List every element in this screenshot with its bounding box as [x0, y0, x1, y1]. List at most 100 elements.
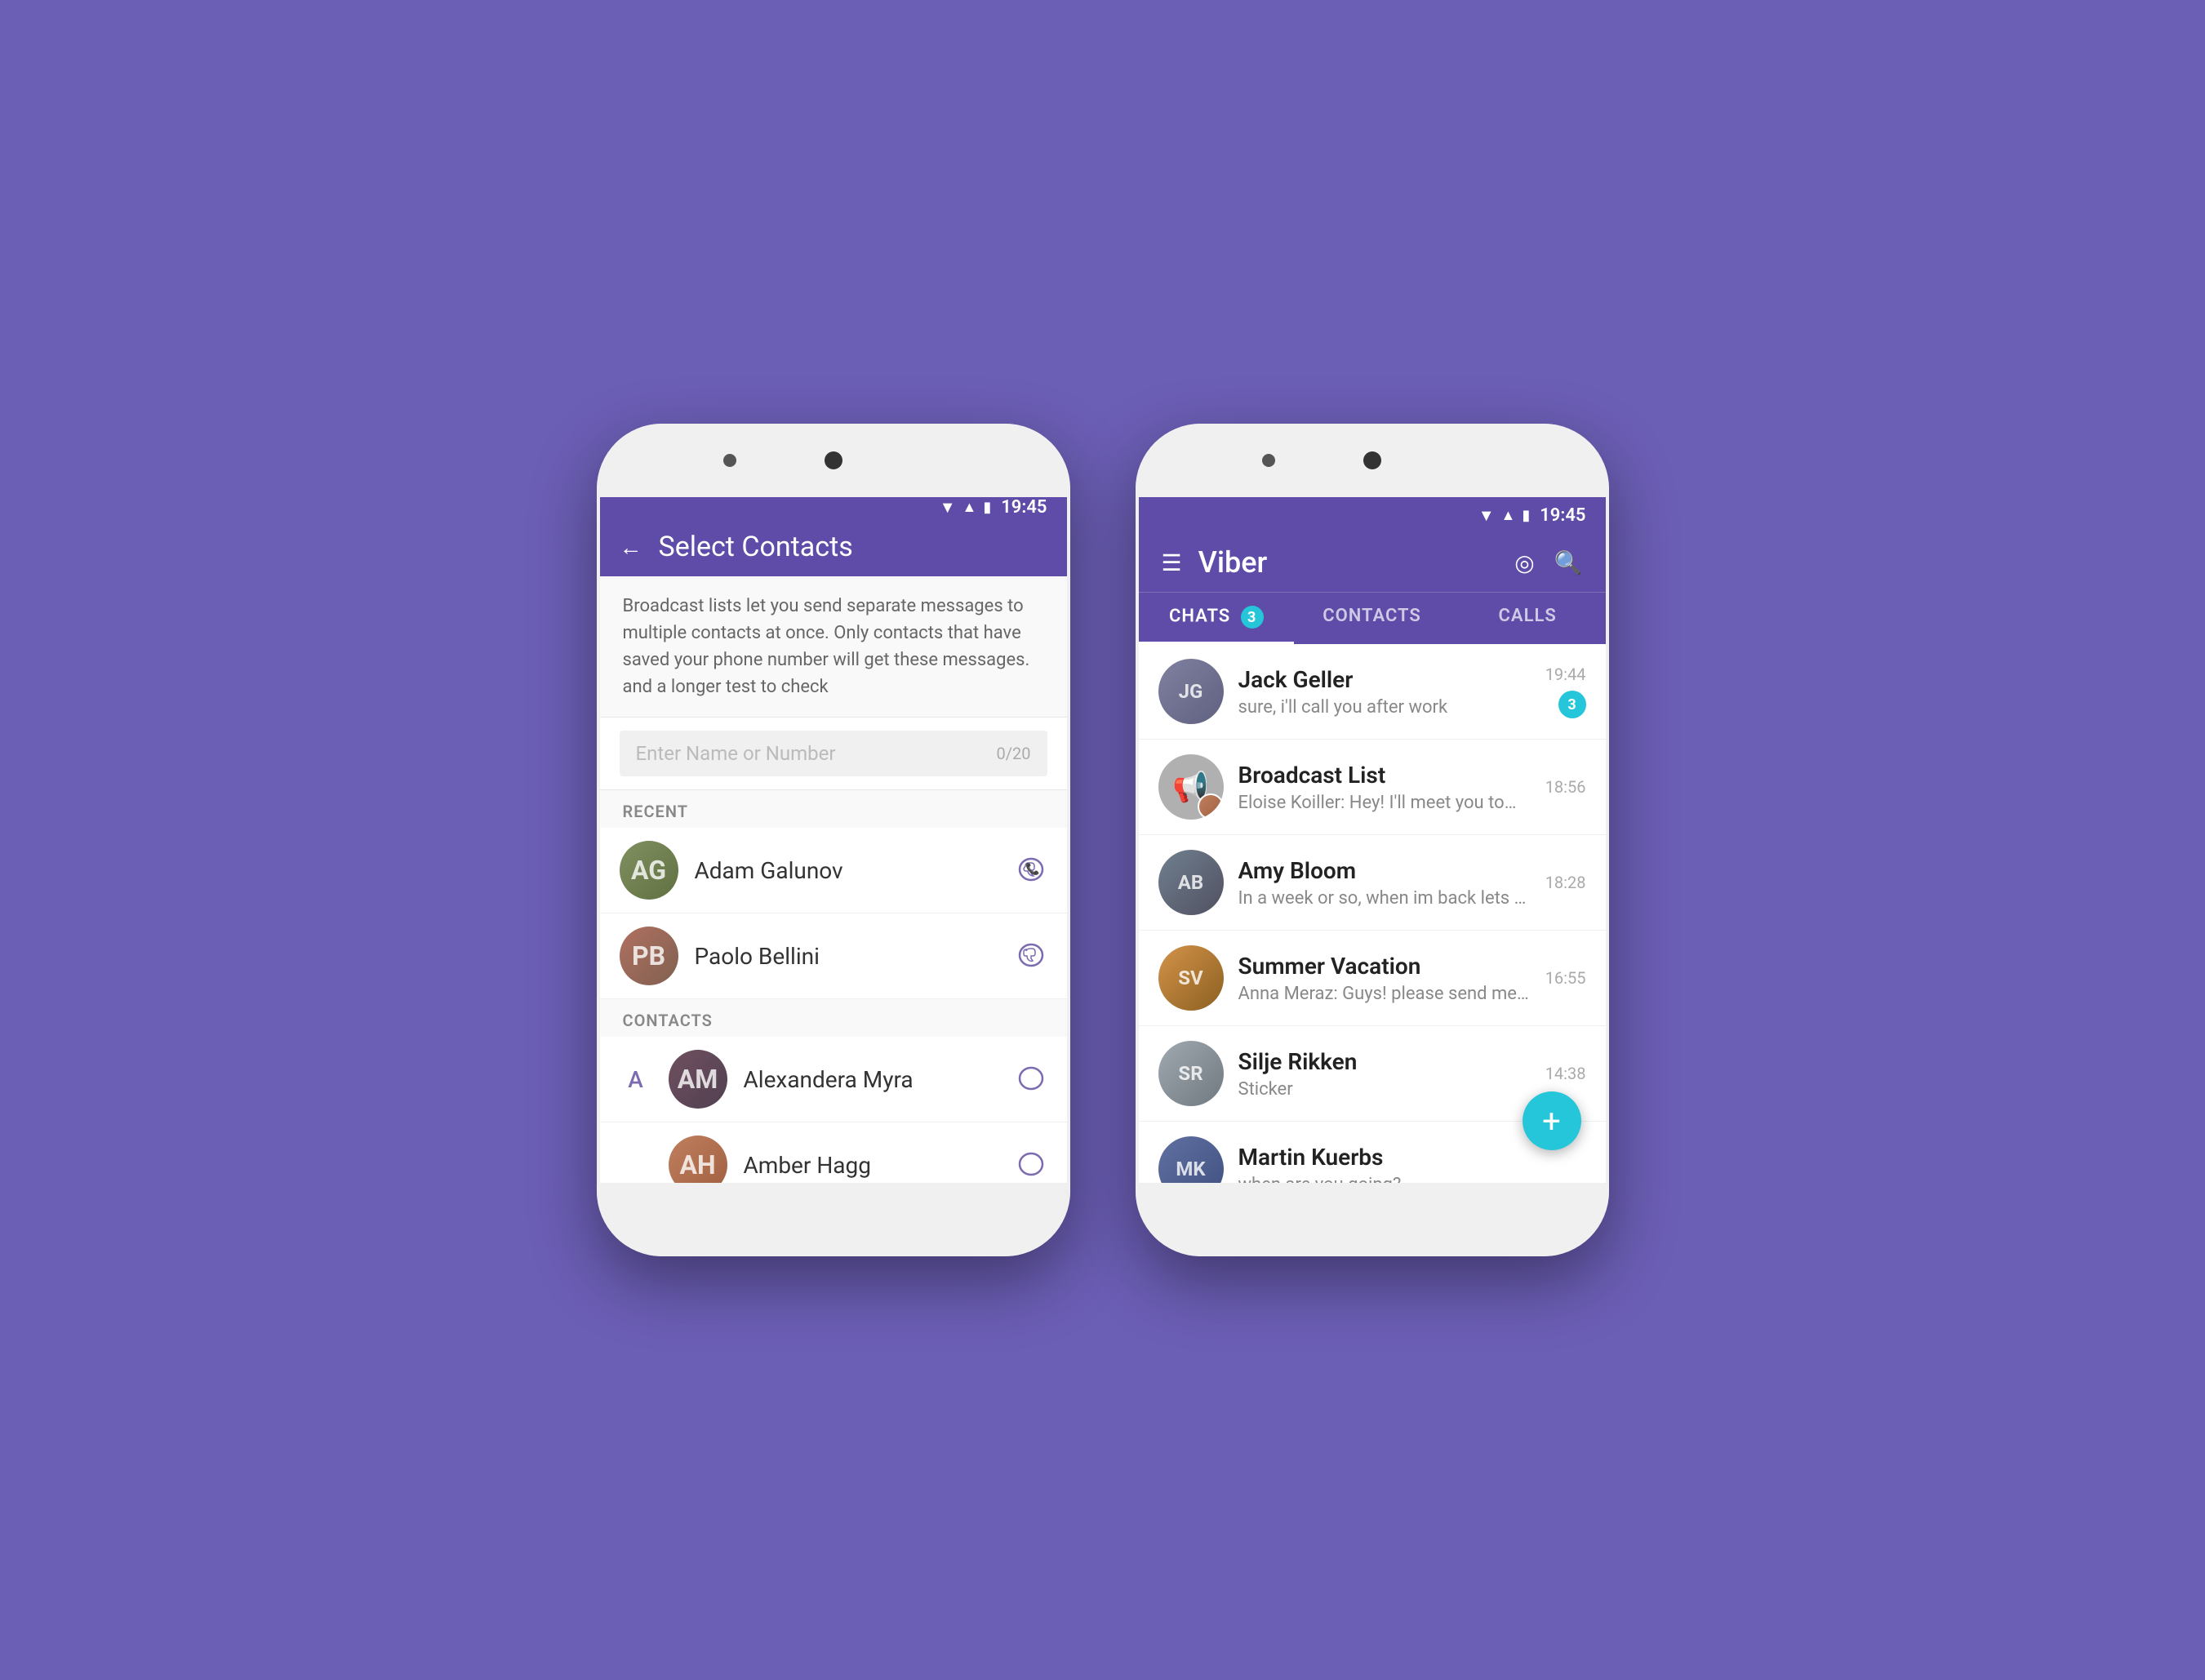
tab-contacts[interactable]: CONTACTS — [1294, 593, 1450, 644]
chat-avatar-amy-bloom: AB — [1158, 850, 1224, 915]
status-icons-1: ▼ ▲ ▮ — [940, 497, 992, 518]
viber-header-right: ◎ 🔍 — [1514, 549, 1582, 576]
chat-time-jack: 19:44 — [1545, 664, 1586, 684]
chat-content-silje: Silje Rikken Sticker — [1238, 1048, 1531, 1100]
chat-preview-broadcast: Eloise Koiller: Hey! I'll meet you tomor… — [1238, 793, 1531, 813]
signal-icon-2: ▲ — [1500, 507, 1515, 524]
signal-icon: ▲ — [962, 499, 976, 516]
contact-item-amber[interactable]: AH Amber Hagg — [600, 1122, 1067, 1183]
viber-icon-paolo — [1015, 940, 1047, 972]
chat-meta-amy-bloom: 18:28 — [1545, 873, 1586, 892]
chat-name-summer: Summer Vacation — [1238, 953, 1531, 980]
chat-name-amy-bloom: Amy Bloom — [1238, 857, 1531, 884]
alpha-letter-a: A — [620, 1066, 652, 1093]
viber-app-title: Viber — [1198, 545, 1268, 580]
chat-content-martin: Martin Kuerbs when are you going? — [1238, 1144, 1572, 1184]
contact-avatar-adam: AG — [620, 841, 678, 900]
search-bar-container: Enter Name or Number 0/20 — [600, 718, 1067, 790]
chat-avatar-silje: SR — [1158, 1041, 1224, 1106]
status-bar-1: ▼ ▲ ▮ 19:45 — [600, 497, 1067, 518]
contact-avatar-alex: AM — [669, 1050, 727, 1109]
battery-icon-2: ▮ — [1522, 507, 1530, 524]
chat-avatar-broadcast: 📢 — [1158, 754, 1224, 820]
hamburger-menu-icon[interactable]: ☰ — [1162, 549, 1182, 576]
contact-avatar-amber: AH — [669, 1136, 727, 1183]
page-title: Select Contacts — [659, 531, 853, 563]
chat-preview-amy-bloom: In a week or so, when im back lets meet … — [1238, 888, 1531, 909]
contacts-section-label: CONTACTS — [600, 999, 1067, 1037]
recent-section-label: RECENT — [600, 790, 1067, 828]
chats-badge: 3 — [1241, 606, 1264, 629]
tab-calls[interactable]: CALLS — [1450, 593, 1606, 644]
status-icons-2: ▼ ▲ ▮ — [1478, 505, 1531, 526]
chat-time-broadcast: 18:56 — [1545, 777, 1586, 797]
chat-content-broadcast: Broadcast List Eloise Koiller: Hey! I'll… — [1238, 762, 1531, 813]
chat-time-summer: 16:55 — [1545, 968, 1586, 988]
contact-item-adam[interactable]: AG Adam Galunov 📞 — [600, 828, 1067, 913]
chat-meta-jack: 19:44 3 — [1545, 664, 1586, 718]
back-button[interactable]: ← — [620, 534, 642, 561]
phone-bottom-bar-1 — [597, 1183, 1070, 1256]
fab-new-chat[interactable]: + — [1523, 1091, 1581, 1150]
chat-name-jack: Jack Geller — [1238, 666, 1531, 693]
viber-icon-alex — [1015, 1063, 1047, 1096]
phone-1: ▼ ▲ ▮ 19:45 ← Select Contacts Broadcast … — [597, 424, 1070, 1256]
select-contacts-header: ← Select Contacts — [600, 518, 1067, 576]
chat-item-broadcast[interactable]: 📢 Broadcast List Eloise Koiller: Hey! I'… — [1139, 740, 1606, 835]
phone-screen-1: ▼ ▲ ▮ 19:45 ← Select Contacts Broadcast … — [600, 497, 1067, 1183]
contact-name-adam: Adam Galunov — [695, 857, 998, 884]
viber-header: ☰ Viber ◎ 🔍 — [1139, 533, 1606, 592]
contact-name-paolo: Paolo Bellini — [695, 943, 998, 970]
phone-sensor-2 — [1262, 454, 1275, 467]
phone-sensor-1 — [723, 454, 736, 467]
chat-avatar-martin: MK — [1158, 1136, 1224, 1183]
search-bar[interactable]: Enter Name or Number 0/20 — [620, 731, 1047, 776]
contact-item-paolo[interactable]: PB Paolo Bellini — [600, 913, 1067, 999]
phone-2: ▼ ▲ ▮ 19:45 ☰ Viber ◎ 🔍 CHATS 3 C — [1136, 424, 1609, 1256]
broadcast-sub-avatar — [1198, 793, 1224, 820]
broadcast-info-text: Broadcast lists let you send separate me… — [600, 576, 1067, 718]
chat-name-broadcast: Broadcast List — [1238, 762, 1531, 789]
svg-text:📞: 📞 — [1025, 861, 1040, 876]
chat-meta-summer: 16:55 — [1545, 968, 1586, 988]
chat-item-amy-bloom[interactable]: AB Amy Bloom In a week or so, when im ba… — [1139, 835, 1606, 931]
chat-content-summer: Summer Vacation Anna Meraz: Guys! please… — [1238, 953, 1531, 1004]
contact-name-alex: Alexandera Myra — [744, 1066, 998, 1093]
tabs-bar: CHATS 3 CONTACTS CALLS — [1139, 592, 1606, 644]
unread-badge-jack: 3 — [1558, 691, 1586, 718]
chat-time-amy-bloom: 18:28 — [1545, 873, 1586, 892]
status-bar-2: ▼ ▲ ▮ 19:45 — [1139, 497, 1606, 533]
chat-time-silje: 14:38 — [1545, 1064, 1586, 1083]
chat-preview-jack: sure, i'll call you after work — [1238, 697, 1531, 718]
phone-camera-2 — [1363, 451, 1381, 469]
battery-icon: ▮ — [983, 499, 991, 516]
phone-top-bar-2 — [1136, 424, 1609, 497]
phone-camera-1 — [825, 451, 842, 469]
chat-name-martin: Martin Kuerbs — [1238, 1144, 1572, 1171]
wifi-icon-2: ▼ — [1478, 505, 1495, 526]
search-icon[interactable]: 🔍 — [1554, 549, 1583, 576]
chat-name-silje: Silje Rikken — [1238, 1048, 1531, 1075]
chat-preview-summer: Anna Meraz: Guys! please send me the pic… — [1238, 984, 1531, 1004]
chat-preview-silje: Sticker — [1238, 1079, 1531, 1100]
chat-content-amy-bloom: Amy Bloom In a week or so, when im back … — [1238, 857, 1531, 909]
qr-code-icon[interactable]: ◎ — [1514, 549, 1534, 576]
chat-content-jack: Jack Geller sure, i'll call you after wo… — [1238, 666, 1531, 718]
search-count: 0/20 — [997, 744, 1031, 763]
tab-chats[interactable]: CHATS 3 — [1139, 593, 1295, 644]
contact-avatar-paolo: PB — [620, 927, 678, 985]
chat-meta-broadcast: 18:56 — [1545, 777, 1586, 797]
chat-meta-silje: 14:38 — [1545, 1064, 1586, 1083]
chat-avatar-summer: SV — [1158, 945, 1224, 1011]
wifi-icon: ▼ — [940, 497, 956, 518]
status-time-1: 19:45 — [1001, 497, 1047, 518]
viber-header-left: ☰ Viber — [1162, 545, 1268, 580]
status-time-2: 19:45 — [1540, 505, 1585, 526]
chat-item-summer[interactable]: SV Summer Vacation Anna Meraz: Guys! ple… — [1139, 931, 1606, 1026]
contact-name-amber: Amber Hagg — [744, 1152, 998, 1179]
viber-icon-amber — [1015, 1149, 1047, 1181]
chat-item-jack[interactable]: JG Jack Geller sure, i'll call you after… — [1139, 644, 1606, 740]
chat-list: JG Jack Geller sure, i'll call you after… — [1139, 644, 1606, 1183]
contact-item-alex[interactable]: A AM Alexandera Myra — [600, 1037, 1067, 1122]
phone-bottom-bar-2 — [1136, 1183, 1609, 1256]
